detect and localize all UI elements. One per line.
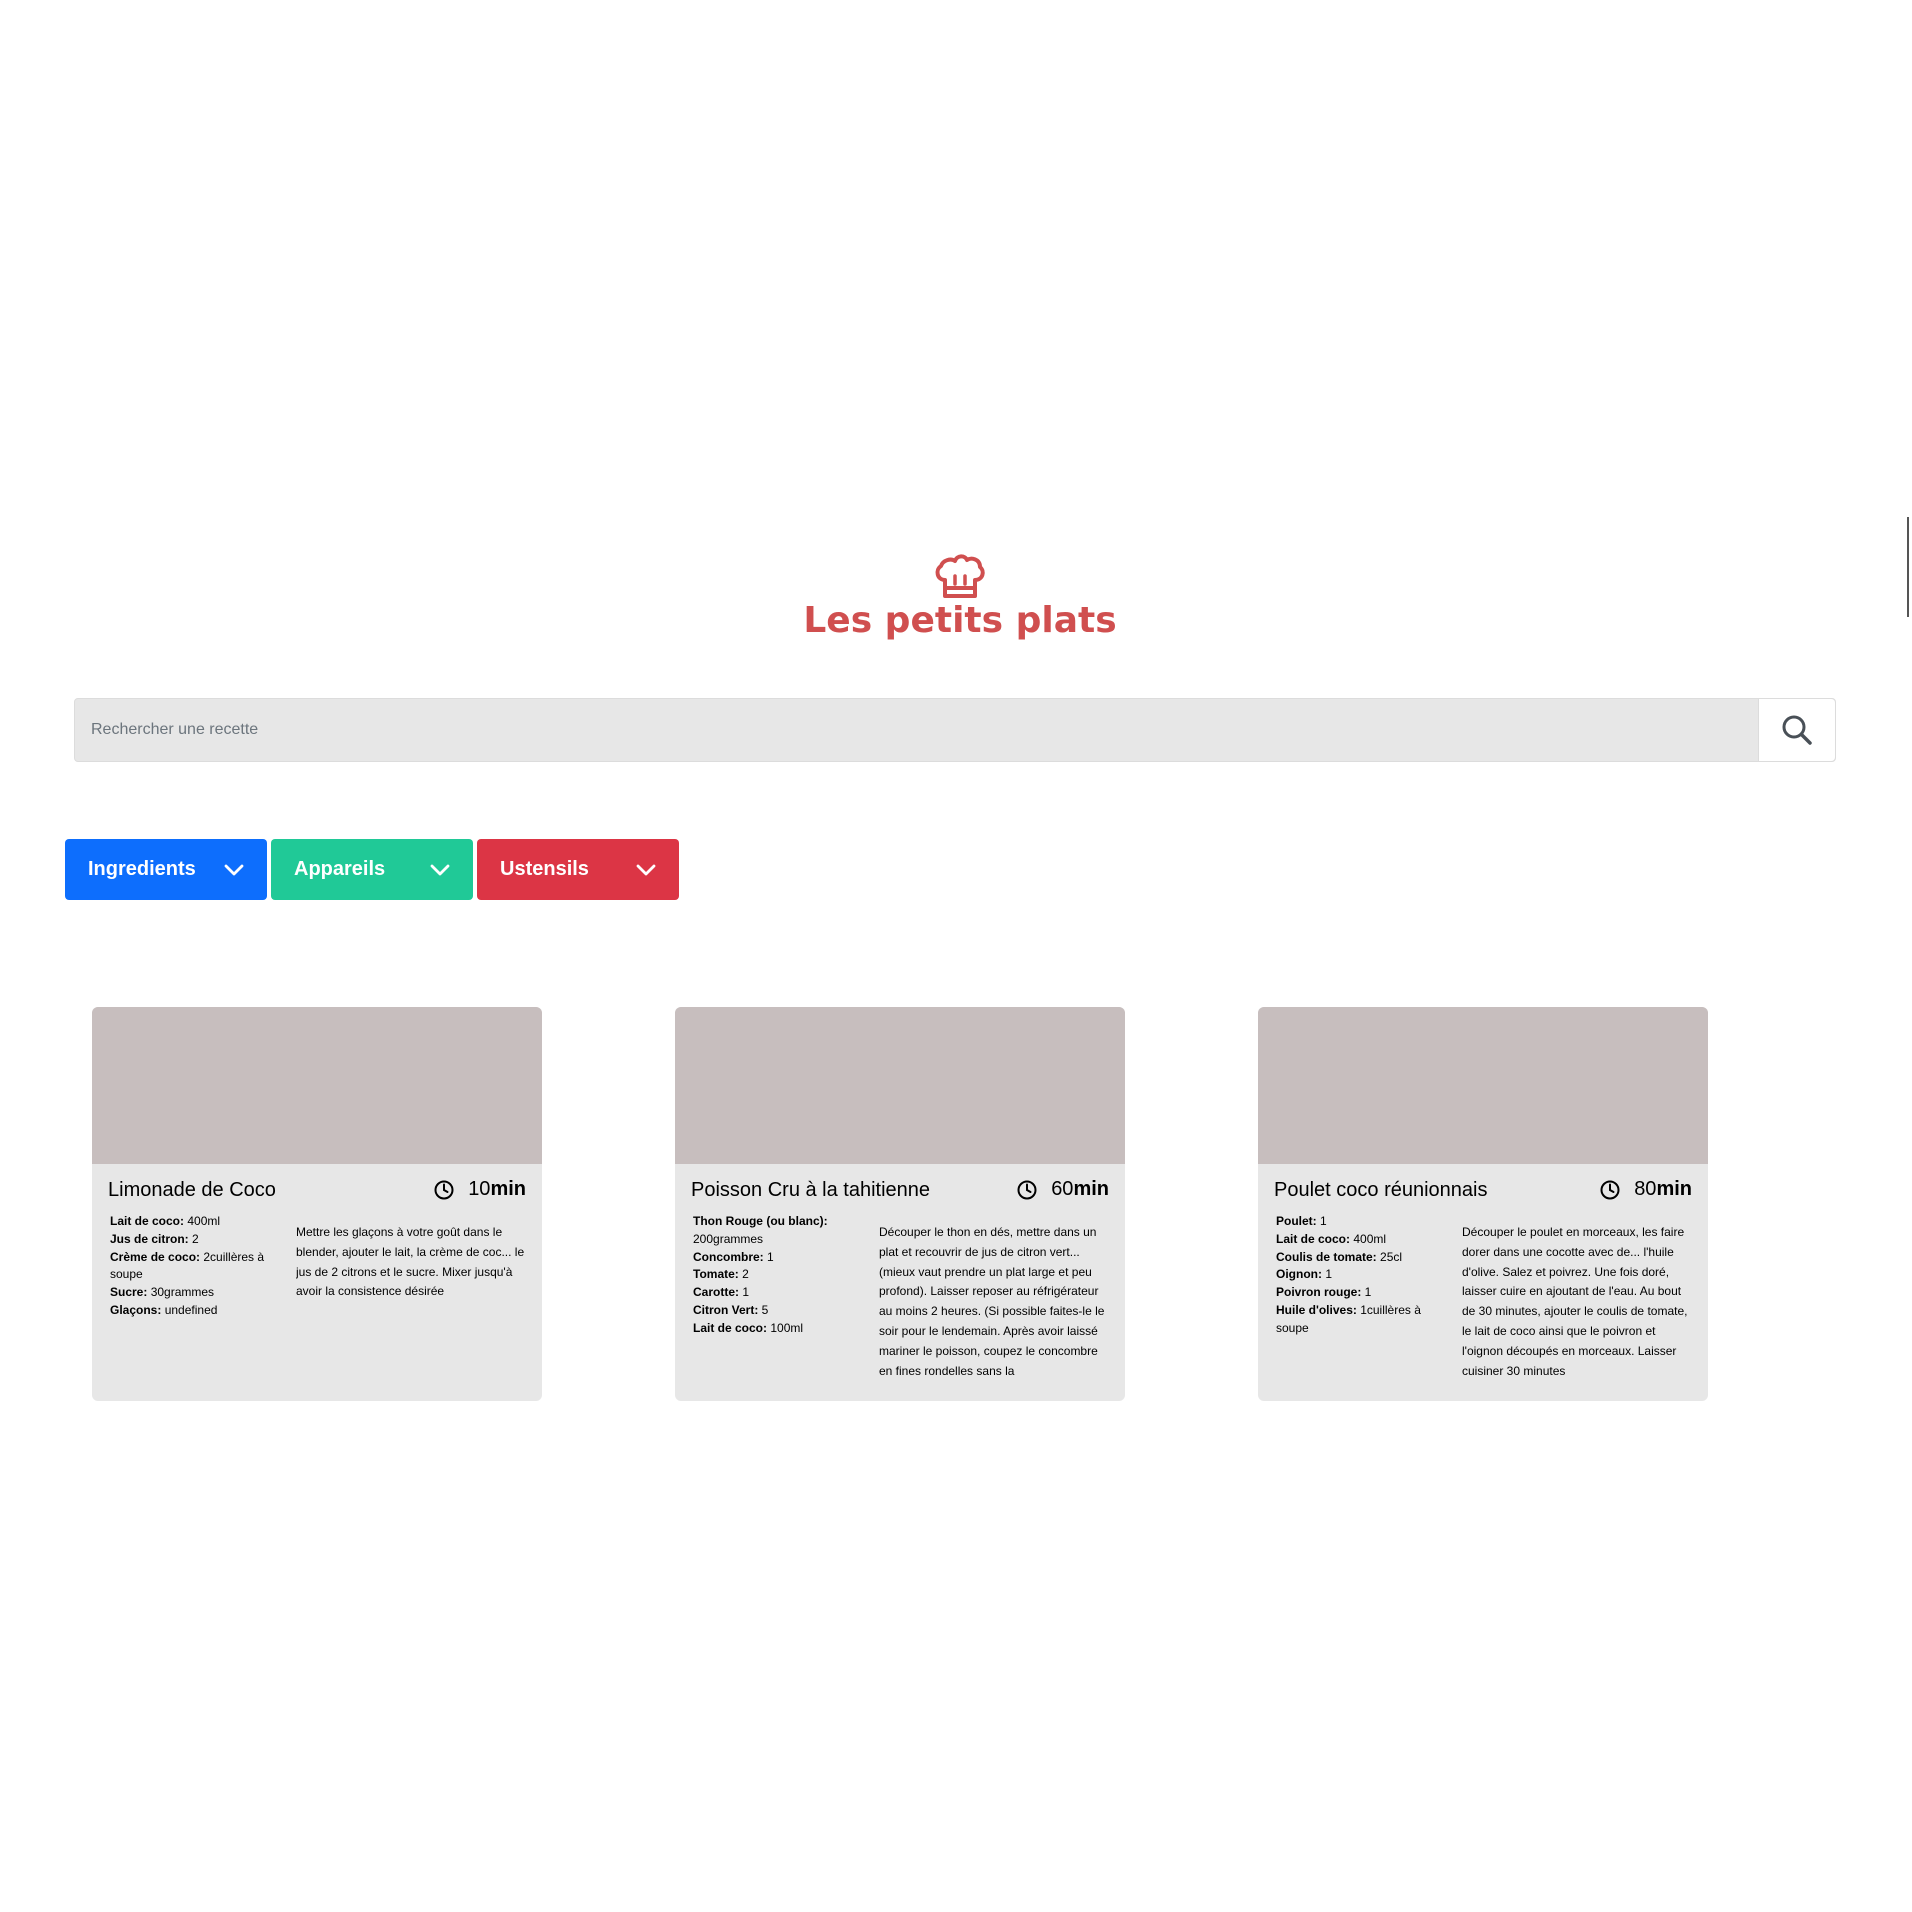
ingredient-quantity: 1 <box>1321 1267 1332 1282</box>
ingredient-quantity: 2 <box>188 1231 199 1246</box>
ingredient-name: Citron Vert: <box>693 1302 759 1317</box>
ingredient-item: Glaçons: undefined <box>110 1302 278 1320</box>
search-icon <box>1782 715 1812 745</box>
chevron-down-icon <box>224 864 244 876</box>
ingredient-item: Jus de citron: 2 <box>110 1231 278 1249</box>
ingredient-item: Lait de coco: 400ml <box>110 1213 278 1231</box>
logo[interactable]: Les petits plats <box>0 550 1912 641</box>
ingredient-quantity: 25cl <box>1376 1249 1403 1264</box>
appareils-filter-button[interactable]: Appareils <box>271 839 473 900</box>
ingredient-item: Poulet: 1 <box>1276 1213 1444 1231</box>
ingredients-filter-label: Ingredients <box>88 858 196 880</box>
recipe-time: 10 min <box>434 1178 526 1201</box>
ingredient-quantity: 1 <box>763 1249 774 1264</box>
ingredient-name: Huile d'olives: <box>1276 1302 1357 1317</box>
ingredient-name: Coulis de tomate: <box>1276 1249 1377 1264</box>
ingredient-item: Crème de coco: 2cuillères à soupe <box>110 1249 278 1285</box>
ingredient-quantity: 5 <box>758 1302 769 1317</box>
recipe-time-unit: min <box>490 1178 526 1200</box>
recipe-ingredients: Lait de coco: 400ml Jus de citron: 2 Crè… <box>110 1213 278 1320</box>
logo-text: Les petits plats <box>803 600 1117 641</box>
appareils-filter-label: Appareils <box>294 858 386 880</box>
ingredient-name: Concombre: <box>693 1249 764 1264</box>
ingredient-item: Thon Rouge (ou blanc): 200grammes <box>693 1213 861 1249</box>
ingredient-name: Lait de coco: <box>110 1214 185 1228</box>
page: Les petits plats Ingredients Appareils U… <box>0 0 1912 1912</box>
recipe-time-value: 60 <box>1051 1178 1074 1200</box>
ingredient-item: Coulis de tomate: 25cl <box>1276 1249 1444 1267</box>
recipe-title: Poisson Cru à la tahitienne <box>691 1179 931 1201</box>
ustensils-filter-label: Ustensils <box>500 858 589 880</box>
recipe-time-value: 80 <box>1634 1178 1657 1200</box>
ingredient-quantity: 200grammes <box>693 1231 764 1246</box>
clock-icon <box>1017 1180 1037 1199</box>
scrollbar[interactable] <box>1907 517 1909 617</box>
recipe-description: Mettre les glaçons à votre goût dans le … <box>296 1225 525 1299</box>
recipe-image-placeholder <box>1258 1007 1708 1164</box>
recipe-title: Limonade de Coco <box>108 1179 276 1201</box>
ingredient-item: Huile d'olives: 1cuillères à soupe <box>1276 1302 1444 1338</box>
ingredient-item: Sucre: 30grammes <box>110 1284 278 1302</box>
ingredient-name: Jus de citron: <box>110 1231 189 1246</box>
recipe-ingredients: Thon Rouge (ou blanc): 200grammes Concom… <box>693 1213 861 1338</box>
ingredient-name: Oignon: <box>1276 1267 1322 1282</box>
ingredient-quantity: 400ml <box>1350 1231 1387 1246</box>
ingredient-name: Poivron rouge: <box>1276 1285 1362 1300</box>
ingredient-quantity: 1 <box>1316 1214 1327 1228</box>
recipe-time-unit: min <box>1656 1178 1692 1200</box>
ingredient-item: Citron Vert: 5 <box>693 1302 861 1320</box>
ingredient-quantity: 1 <box>739 1285 750 1300</box>
ingredient-name: Tomate: <box>693 1267 739 1282</box>
ingredient-item: Carotte: 1 <box>693 1284 861 1302</box>
recipe-description: Découper le poulet en morceaux, les fair… <box>1462 1225 1688 1378</box>
ingredient-item: Concombre: 1 <box>693 1249 861 1267</box>
chevron-down-icon <box>636 864 656 876</box>
search-bar <box>74 698 1836 762</box>
search-button[interactable] <box>1758 699 1835 761</box>
ingredient-item: Oignon: 1 <box>1276 1266 1444 1284</box>
ingredient-name: Lait de coco: <box>1276 1231 1351 1246</box>
recipe-card[interactable]: Poulet coco réunionnais 80 min Poulet: 1 … <box>1258 1007 1708 1401</box>
ingredient-name: Thon Rouge (ou blanc): <box>693 1214 828 1228</box>
recipe-image-placeholder <box>92 1007 542 1164</box>
ingredient-name: Crème de coco: <box>110 1249 201 1264</box>
ingredient-quantity: 30grammes <box>147 1285 215 1300</box>
ingredient-quantity: 2 <box>738 1267 749 1282</box>
chevron-down-icon <box>430 864 450 876</box>
ingredient-name: Carotte: <box>693 1285 740 1300</box>
ingredient-quantity: undefined <box>161 1302 218 1317</box>
recipe-image-placeholder <box>675 1007 1125 1164</box>
recipe-time: 60 min <box>1017 1178 1109 1201</box>
recipe-card[interactable]: Poisson Cru à la tahitienne 60 min Thon R… <box>675 1007 1125 1401</box>
clock-icon <box>1600 1180 1620 1199</box>
ingredient-quantity: 1 <box>1361 1285 1372 1300</box>
ingredient-name: Lait de coco: <box>693 1320 768 1335</box>
clock-icon <box>434 1180 454 1199</box>
chef-hat-icon <box>935 554 985 598</box>
ingredient-name: Sucre: <box>110 1285 148 1300</box>
ingredient-item: Lait de coco: 400ml <box>1276 1231 1444 1249</box>
ingredient-item: Poivron rouge: 1 <box>1276 1284 1444 1302</box>
recipe-title: Poulet coco réunionnais <box>1274 1179 1488 1201</box>
recipe-description: Découper le thon en dés, mettre dans un … <box>879 1225 1105 1378</box>
ingredient-name: Glaçons: <box>110 1302 162 1317</box>
recipe-time: 80 min <box>1600 1178 1692 1201</box>
ingredient-name: Poulet: <box>1276 1214 1317 1228</box>
search-input[interactable] <box>75 699 1760 761</box>
recipe-time-value: 10 <box>468 1178 491 1200</box>
recipe-time-unit: min <box>1073 1178 1109 1200</box>
recipe-ingredients: Poulet: 1 Lait de coco: 400ml Coulis de … <box>1276 1213 1444 1338</box>
ustensils-filter-button[interactable]: Ustensils <box>477 839 679 900</box>
ingredients-filter-button[interactable]: Ingredients <box>65 839 267 900</box>
ingredient-item: Lait de coco: 100ml <box>693 1320 861 1338</box>
recipe-card[interactable]: Limonade de Coco 10 min Lait de coco: 400… <box>92 1007 542 1401</box>
ingredient-quantity: 400ml <box>184 1214 221 1228</box>
ingredient-item: Tomate: 2 <box>693 1266 861 1284</box>
ingredient-quantity: 100ml <box>767 1320 804 1335</box>
